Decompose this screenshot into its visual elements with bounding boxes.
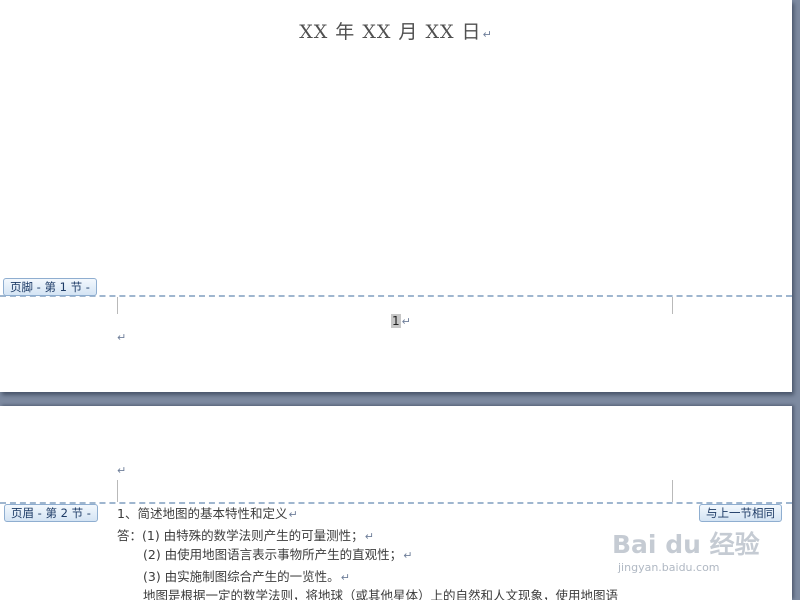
paragraph-mark: ↵: [117, 464, 127, 477]
body-line-text: 答：(1) 由特殊的数学法则产生的可量测性；: [117, 528, 364, 543]
footer-page-number[interactable]: 1 ↵: [391, 314, 411, 329]
document-page-1[interactable]: XX 年 XX 月 XX 日↵ 页脚 - 第 1 节 - 1 ↵ ↵: [0, 0, 792, 392]
paragraph-mark: ↵: [482, 28, 493, 41]
header-boundary-line: [0, 502, 792, 504]
header-section-2-tag[interactable]: 页眉 - 第 2 节 -: [4, 504, 98, 522]
body-line-text: (3) 由实施制图综合产生的一览性。: [143, 569, 340, 584]
paragraph-mark: ↵: [364, 530, 374, 543]
margin-corner-mark: [117, 480, 118, 502]
body-line-2[interactable]: 答：(1) 由特殊的数学法则产生的可量测性；↵: [117, 528, 374, 545]
paragraph-mark: ↵: [401, 315, 411, 328]
body-line-5[interactable]: 地图是根据一定的数学法则，将地球（或其他星体）上的自然和人文现象，使用地图语: [143, 588, 618, 600]
footer-section-1-tag[interactable]: 页脚 - 第 1 节 -: [3, 278, 97, 296]
paragraph-mark: ↵: [340, 571, 350, 584]
paragraph-mark: ↵: [403, 549, 413, 562]
same-as-previous-tag[interactable]: 与上一节相同: [699, 504, 782, 522]
page-number-field[interactable]: 1: [391, 314, 401, 328]
footer-boundary-line: [0, 295, 792, 297]
margin-corner-mark: [672, 297, 673, 314]
body-line-4[interactable]: (3) 由实施制图综合产生的一览性。↵: [143, 569, 350, 586]
body-line-text: 地图是根据一定的数学法则，将地球（或其他星体）上的自然和人文现象，使用地图语: [143, 588, 619, 600]
paragraph-mark: ↵: [117, 331, 127, 344]
margin-corner-mark: [672, 480, 673, 502]
date-text: XX 年 XX 月 XX 日: [299, 21, 482, 43]
body-line-3[interactable]: (2) 由使用地图语言表示事物所产生的直观性；↵: [143, 547, 412, 564]
margin-corner-mark: [117, 297, 118, 314]
body-line-text: 1、简述地图的基本特性和定义: [117, 506, 288, 521]
body-line-1[interactable]: 1、简述地图的基本特性和定义↵: [117, 506, 298, 523]
date-line[interactable]: XX 年 XX 月 XX 日↵: [0, 17, 792, 44]
body-line-text: (2) 由使用地图语言表示事物所产生的直观性；: [143, 547, 403, 562]
paragraph-mark: ↵: [288, 508, 298, 521]
document-page-2[interactable]: ↵ 页眉 - 第 2 节 - 与上一节相同 1、简述地图的基本特性和定义↵ 答：…: [0, 406, 792, 600]
